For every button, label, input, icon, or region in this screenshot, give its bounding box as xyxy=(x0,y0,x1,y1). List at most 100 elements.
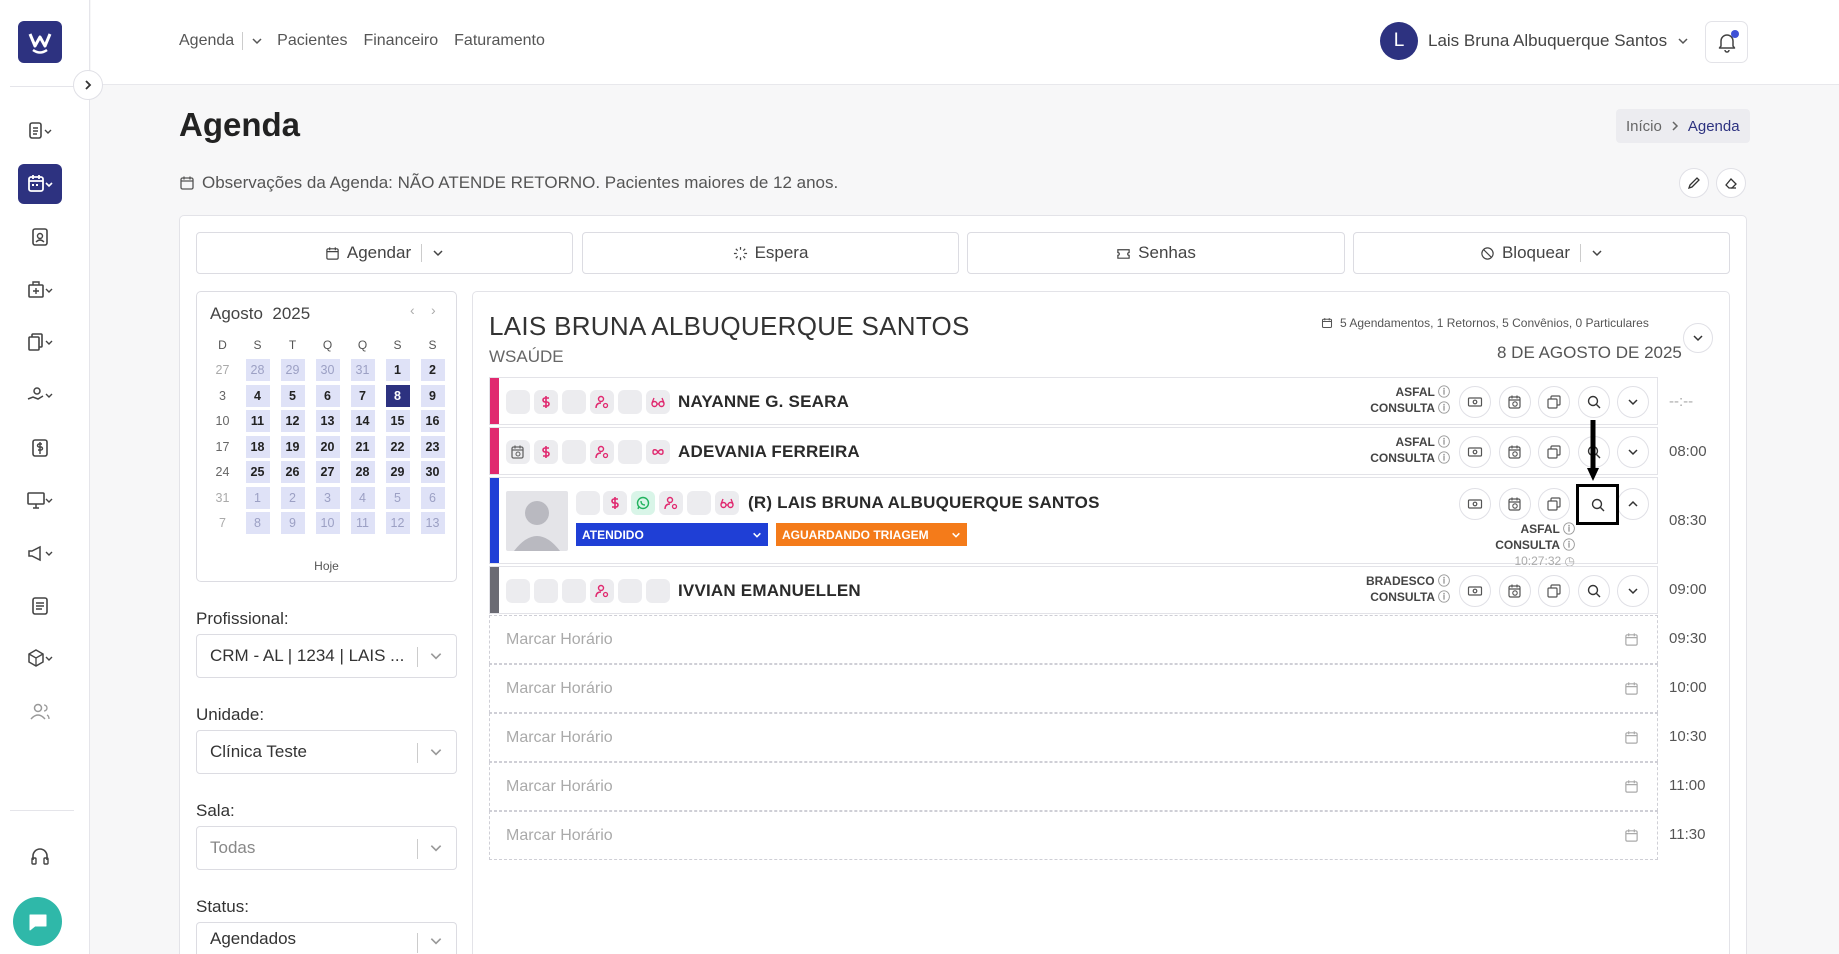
nav-calendar-icon[interactable] xyxy=(18,164,62,204)
chevron-down-icon[interactable] xyxy=(251,35,263,47)
headset-icon[interactable] xyxy=(18,837,62,877)
calendar-day[interactable]: 29 xyxy=(280,359,305,382)
calendar-day[interactable]: 1 xyxy=(245,486,270,509)
calendar-day[interactable]: 13 xyxy=(315,410,340,433)
calendar-day[interactable]: 23 xyxy=(420,435,445,458)
bloquear-button[interactable]: Bloquear xyxy=(1353,232,1730,274)
edit-button[interactable] xyxy=(1679,168,1709,198)
search-button-highlighted[interactable] xyxy=(1576,484,1619,525)
calendar-day[interactable]: 17 xyxy=(211,436,235,458)
chevron-up-icon[interactable] xyxy=(1617,488,1649,520)
glasses-icon[interactable] xyxy=(646,390,670,414)
search-icon[interactable] xyxy=(1578,386,1610,418)
calendar-clock-icon[interactable] xyxy=(506,440,530,464)
notifications-button[interactable] xyxy=(1705,21,1748,63)
calendar-day[interactable]: 16 xyxy=(420,410,445,433)
calendar-day[interactable]: 15 xyxy=(385,410,410,433)
money-icon[interactable] xyxy=(1459,436,1491,468)
calendar-day[interactable]: 14 xyxy=(350,410,375,433)
calendar-day[interactable]: 5 xyxy=(385,486,410,509)
calendar-day[interactable]: 25 xyxy=(245,461,270,484)
calendar-day[interactable]: 31 xyxy=(211,487,235,509)
senhas-button[interactable]: Senhas xyxy=(967,232,1345,274)
empty-slot[interactable]: Marcar Horário xyxy=(489,615,1658,664)
logo-icon[interactable] xyxy=(18,21,62,63)
dollar-icon[interactable] xyxy=(534,390,558,414)
calendar-day[interactable]: 2 xyxy=(280,486,305,509)
breadcrumb-home[interactable]: Início xyxy=(1626,118,1662,135)
user-search-icon[interactable] xyxy=(590,579,614,603)
calendar-day[interactable]: 28 xyxy=(245,359,270,382)
calendar-day[interactable]: 12 xyxy=(385,512,410,535)
calendar-day[interactable]: 8 xyxy=(385,384,410,407)
expand-header-button[interactable] xyxy=(1683,323,1713,353)
nav-pacientes[interactable]: Pacientes xyxy=(277,32,347,50)
chevron-down-icon[interactable] xyxy=(1617,386,1649,418)
status-select[interactable]: Agendados xyxy=(196,922,457,954)
calendar-day[interactable]: 18 xyxy=(245,435,270,458)
calendar-day[interactable]: 22 xyxy=(385,435,410,458)
user-search-icon[interactable] xyxy=(590,440,614,464)
profissional-select[interactable]: CRM - AL | 1234 | LAIS ... xyxy=(196,634,457,678)
chevron-down-icon[interactable] xyxy=(1617,575,1649,607)
clear-button[interactable] xyxy=(1716,168,1746,198)
dollar-icon[interactable] xyxy=(603,491,627,515)
patient-name[interactable]: ADEVANIA FERREIRA xyxy=(678,442,860,462)
patient-name[interactable]: NAYANNE G. SEARA xyxy=(678,392,849,412)
status-select[interactable]: ATENDIDO xyxy=(576,523,768,546)
nav-contact-icon[interactable] xyxy=(18,217,62,257)
espera-button[interactable]: Espera xyxy=(582,232,959,274)
calendar-day[interactable]: 3 xyxy=(211,385,235,407)
nav-users-icon[interactable] xyxy=(18,691,62,731)
next-month-icon[interactable]: › xyxy=(431,302,436,318)
nav-package-icon[interactable] xyxy=(18,638,62,678)
user-search-icon[interactable] xyxy=(659,491,683,515)
nav-faturamento[interactable]: Faturamento xyxy=(454,32,545,50)
calendar-day[interactable]: 3 xyxy=(315,486,340,509)
calendar-day[interactable]: 19 xyxy=(280,435,305,458)
calendar-day[interactable]: 1 xyxy=(385,359,410,382)
chevron-down-icon[interactable] xyxy=(1617,436,1649,468)
calendar-day[interactable]: 4 xyxy=(245,384,270,407)
calendar-day[interactable]: 30 xyxy=(315,359,340,382)
nav-agenda[interactable]: Agenda xyxy=(179,32,234,50)
calendar-day[interactable]: 13 xyxy=(420,512,445,535)
calendar-clock-icon[interactable] xyxy=(1499,386,1531,418)
empty-slot[interactable]: Marcar Horário xyxy=(489,713,1658,762)
calendar-clock-icon[interactable] xyxy=(1499,436,1531,468)
calendar-clock-icon[interactable] xyxy=(1499,488,1531,520)
money-icon[interactable] xyxy=(1459,488,1491,520)
calendar-day[interactable]: 29 xyxy=(385,461,410,484)
sala-select[interactable]: Todas xyxy=(196,826,457,870)
triagem-select[interactable]: AGUARDANDO TRIAGEM xyxy=(776,523,967,546)
dollar-icon[interactable] xyxy=(534,440,558,464)
copy-icon[interactable] xyxy=(1538,386,1570,418)
whatsapp-icon[interactable] xyxy=(631,491,655,515)
calendar-day[interactable]: 9 xyxy=(420,384,445,407)
calendar-day[interactable]: 21 xyxy=(350,435,375,458)
copy-icon[interactable] xyxy=(1538,575,1570,607)
nav-newspaper-icon[interactable] xyxy=(18,586,62,626)
money-icon[interactable] xyxy=(1459,575,1491,607)
calendar-day[interactable]: 12 xyxy=(280,410,305,433)
search-icon[interactable] xyxy=(1578,575,1610,607)
calendar-day[interactable]: 10 xyxy=(315,512,340,535)
user-menu[interactable]: L Lais Bruna Albuquerque Santos xyxy=(1380,22,1689,60)
nav-clipboard-icon[interactable] xyxy=(18,111,62,151)
empty-slot[interactable]: Marcar Horário xyxy=(489,811,1658,860)
calendar-day[interactable]: 11 xyxy=(350,512,375,535)
today-link[interactable]: Hoje xyxy=(197,559,456,573)
copy-icon[interactable] xyxy=(1538,488,1570,520)
nav-documents-icon[interactable] xyxy=(18,322,62,362)
calendar-day[interactable]: 6 xyxy=(420,486,445,509)
calendar-day[interactable]: 8 xyxy=(245,512,270,535)
calendar-day[interactable]: 24 xyxy=(211,461,235,483)
calendar-day[interactable]: 5 xyxy=(280,384,305,407)
nav-hand-coins-icon[interactable] xyxy=(18,375,62,415)
calendar-day[interactable]: 28 xyxy=(350,461,375,484)
calendar-day[interactable]: 9 xyxy=(280,512,305,535)
infinity-icon[interactable] xyxy=(646,440,670,464)
nav-monitor-icon[interactable] xyxy=(18,480,62,520)
prev-month-icon[interactable]: ‹ xyxy=(410,302,415,318)
calendar-day[interactable]: 20 xyxy=(315,435,340,458)
